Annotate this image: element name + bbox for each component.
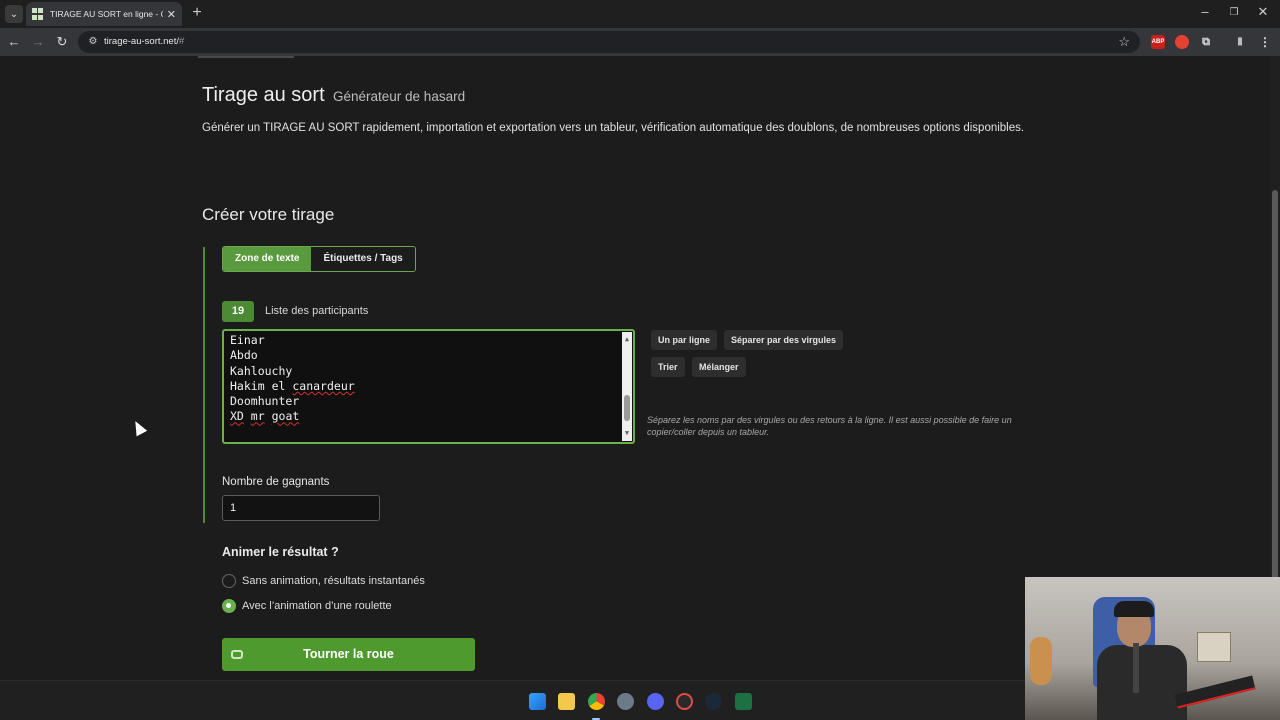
animate-title: Animer le résultat ? xyxy=(222,545,339,559)
excel-icon[interactable] xyxy=(735,693,752,710)
microphone-stand xyxy=(1133,643,1139,693)
reload-icon[interactable]: ↻ xyxy=(53,33,71,51)
scroll-thumb[interactable] xyxy=(624,395,630,421)
option-no-animation[interactable]: Sans animation, résultats instantanés xyxy=(222,574,425,588)
guitar-shape xyxy=(1030,637,1052,685)
browser-tab-bar: ⌄ TIRAGE AU SORT en ligne - Gén ✕ + – ❐ … xyxy=(0,0,1280,28)
steam-icon[interactable] xyxy=(705,693,722,710)
participant-count-badge: 19 xyxy=(222,301,254,322)
minimize-icon[interactable]: – xyxy=(1190,4,1220,19)
settings-icon[interactable] xyxy=(617,693,634,710)
menu-kebab-icon[interactable]: ⋮ xyxy=(1258,35,1272,49)
participants-label: Liste des participants xyxy=(265,305,369,317)
person-body xyxy=(1097,645,1187,720)
shuffle-button[interactable]: Mélanger xyxy=(692,357,746,377)
window-close-icon[interactable]: ✕ xyxy=(1248,4,1278,20)
wheel-icon xyxy=(231,650,243,659)
section-heading: Créer votre tirage xyxy=(202,205,335,224)
spin-wheel-button[interactable]: Tourner la roue xyxy=(222,638,475,671)
scroll-up-icon[interactable]: ▲ xyxy=(622,332,632,347)
textarea-scrollbar[interactable]: ▲ ▼ xyxy=(622,332,632,441)
tab-text-zone[interactable]: Zone de texte xyxy=(223,247,312,271)
participants-hint: Séparez les noms par des virgules ou des… xyxy=(647,415,1012,437)
person-hat xyxy=(1114,601,1154,617)
tab-close-icon[interactable]: ✕ xyxy=(167,8,176,21)
section-left-border xyxy=(203,247,205,523)
one-per-line-button[interactable]: Un par ligne xyxy=(651,330,718,350)
participant-line: Abdo xyxy=(230,348,258,363)
input-mode-tabs: Zone de texte Étiquettes / Tags xyxy=(222,246,416,272)
chrome-icon[interactable] xyxy=(588,693,605,710)
participant-line: Doomhunter xyxy=(230,394,300,409)
radio-no-animation[interactable] xyxy=(222,574,236,588)
participants-textarea[interactable]: Einar Abdo Kahlouchy Hakim el canardeur … xyxy=(222,329,635,444)
webcam-overlay xyxy=(1025,577,1280,720)
radio-label: Avec l’animation d’une roulette xyxy=(242,600,392,612)
mouse-cursor-icon xyxy=(130,418,148,437)
file-explorer-icon[interactable] xyxy=(558,693,575,710)
discord-icon[interactable] xyxy=(647,693,664,710)
site-info-icon[interactable]: ⚙ xyxy=(86,35,100,49)
bookmark-star-icon[interactable]: ☆ xyxy=(1118,34,1130,50)
tab-title: TIRAGE AU SORT en ligne - Gén xyxy=(49,9,163,19)
sort-button[interactable]: Trier xyxy=(651,357,685,377)
page-title: Tirage au sort xyxy=(202,84,325,106)
wall-frame xyxy=(1197,632,1231,662)
extensions-puzzle-icon[interactable]: ⧉ xyxy=(1199,35,1213,49)
address-toolbar: ← → ↻ ⚙ tirage-au-sort.net/# ☆ ABP ⧉ ▮ ⋮ xyxy=(0,28,1280,56)
winners-label: Nombre de gagnants xyxy=(222,476,330,488)
adblock-extension-icon[interactable]: ABP xyxy=(1151,35,1165,49)
browser-tab[interactable]: TIRAGE AU SORT en ligne - Gén ✕ xyxy=(26,2,182,26)
page-subtitle: Générateur de hasard xyxy=(333,89,466,104)
intro-text: Générer un TIRAGE AU SORT rapidement, im… xyxy=(202,122,1025,134)
participant-line: Einar xyxy=(230,333,265,347)
split-commas-button[interactable]: Séparer par des virgules xyxy=(724,330,844,350)
spin-wheel-label: Tourner la roue xyxy=(303,647,394,661)
tab-search-icon[interactable]: ⌄ xyxy=(5,5,23,23)
extension-shield-icon[interactable] xyxy=(1175,35,1189,49)
restore-icon[interactable]: ❐ xyxy=(1219,7,1249,18)
scroll-down-icon[interactable]: ▼ xyxy=(622,426,632,441)
participant-line: Hakim el canardeur xyxy=(230,378,355,393)
radio-roulette[interactable] xyxy=(222,599,236,613)
omnibox[interactable]: ⚙ tirage-au-sort.net/# ☆ xyxy=(78,31,1140,53)
radio-label: Sans animation, résultats instantanés xyxy=(242,575,425,587)
tab-tags[interactable]: Étiquettes / Tags xyxy=(311,247,415,271)
participant-line: XD mr goat xyxy=(230,409,300,424)
start-icon[interactable] xyxy=(529,693,546,710)
app-icon[interactable] xyxy=(676,693,693,710)
back-icon[interactable]: ← xyxy=(5,33,23,51)
forward-icon[interactable]: → xyxy=(29,33,47,51)
participant-line: Kahlouchy xyxy=(230,363,293,378)
option-roulette-animation[interactable]: Avec l’animation d’une roulette xyxy=(222,599,392,613)
profile-icon[interactable]: ▮ xyxy=(1233,35,1247,49)
new-tab-icon[interactable]: + xyxy=(188,4,206,22)
winners-input[interactable]: 1 xyxy=(222,495,380,521)
url-text[interactable]: tirage-au-sort.net/# xyxy=(104,36,184,47)
favicon-icon xyxy=(32,8,44,20)
nav-underline xyxy=(198,56,294,58)
